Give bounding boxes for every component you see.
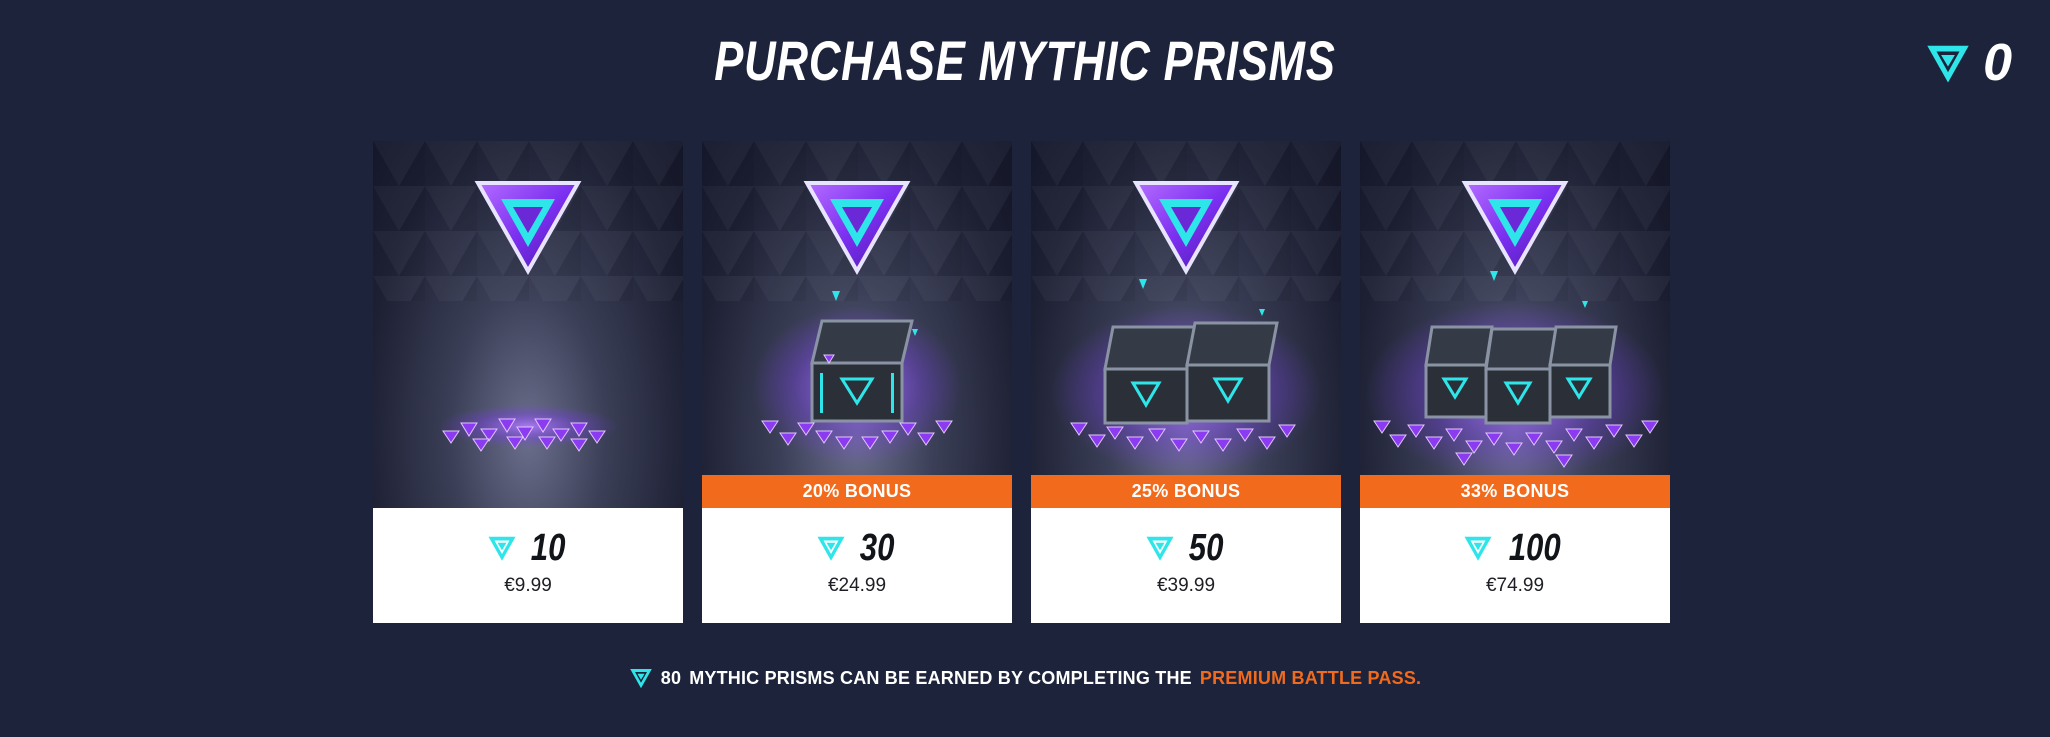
offer-footer: 10 €9.99 — [373, 508, 683, 623]
offer-card-50[interactable]: 25% BONUS 50 €39.99 — [1031, 141, 1341, 623]
offer-amount-value: 10 — [530, 527, 566, 569]
offer-artwork: 20% BONUS — [702, 141, 1012, 508]
offer-amount: 100 — [1360, 528, 1670, 568]
mythic-prism-icon — [488, 536, 516, 561]
offer-price: €9.99 — [504, 575, 552, 596]
offer-price: €39.99 — [1156, 575, 1216, 596]
mythic-prism-icon — [1464, 536, 1492, 561]
offer-artwork — [373, 141, 683, 508]
balance-value: 0 — [1983, 34, 2012, 92]
prism-balance: 0 — [1925, 36, 2012, 90]
offer-card-30[interactable]: 20% BONUS 30 €24.99 — [702, 141, 1012, 623]
offer-amount-value: 100 — [1509, 527, 1561, 569]
offer-amount: 50 — [1031, 528, 1341, 568]
offer-artwork: 25% BONUS — [1031, 141, 1341, 508]
offer-artwork: 33% BONUS — [1360, 141, 1670, 508]
offer-card-100[interactable]: 33% BONUS 100 €74.99 — [1360, 141, 1670, 623]
offer-amount: 30 — [702, 528, 1012, 568]
bonus-badge: 33% BONUS — [1360, 475, 1670, 508]
note-count: 80 — [660, 667, 682, 688]
battle-pass-note: 80 MYTHIC PRISMS CAN BE EARNED BY COMPLE… — [0, 666, 2050, 690]
offer-footer: 30 €24.99 — [702, 508, 1012, 623]
offer-footer: 100 €74.99 — [1360, 508, 1670, 623]
offer-amount-value: 30 — [859, 527, 895, 569]
offer-price: €24.99 — [827, 575, 887, 596]
treasure-chests — [1424, 325, 1618, 425]
mythic-prism-icon — [1146, 536, 1174, 561]
bonus-badge: 20% BONUS — [702, 475, 1012, 508]
offer-amount-value: 50 — [1188, 527, 1224, 569]
offer-price: €74.99 — [1485, 575, 1545, 596]
mythic-prism-icon — [1925, 40, 1971, 86]
treasure-chests — [1103, 321, 1279, 425]
offer-card-10[interactable]: 10 €9.99 — [373, 141, 683, 623]
offer-list: 10 €9.99 20% BONUS 30 €24.99 25% BONUS 5… — [373, 141, 1670, 623]
mythic-prism-icon — [629, 669, 652, 689]
offer-amount: 10 — [373, 528, 683, 568]
note-text: MYTHIC PRISMS CAN BE EARNED BY COMPLETIN… — [689, 667, 1192, 688]
mythic-prism-icon — [817, 536, 845, 561]
premium-battle-pass-link[interactable]: PREMIUM BATTLE PASS. — [1200, 668, 1421, 689]
offer-footer: 50 €39.99 — [1031, 508, 1341, 623]
bonus-badge: 25% BONUS — [1031, 475, 1341, 508]
treasure-chest — [810, 319, 914, 423]
page-title: PURCHASE MYTHIC PRISMS — [714, 29, 1336, 92]
